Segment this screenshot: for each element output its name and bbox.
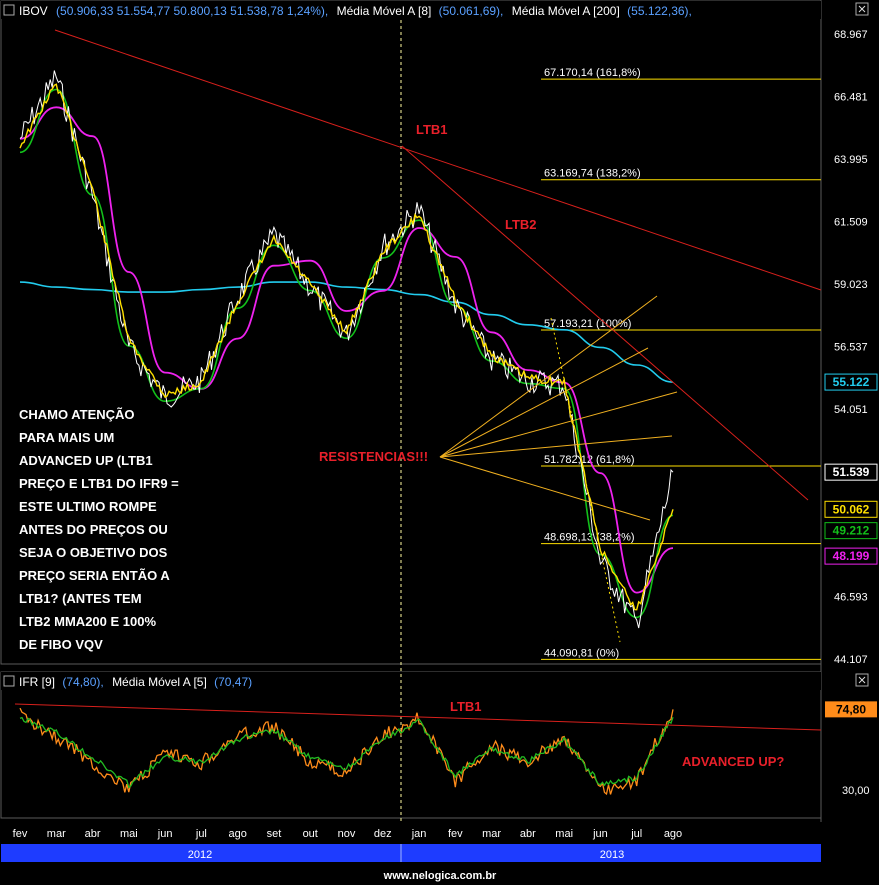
price-badge-label: 55.122 (833, 375, 870, 389)
ifr-header-value: (74,80), (62, 675, 103, 689)
note-line: LTB1? (ANTES TEM (19, 591, 142, 606)
fibo-level-label: 48.698,13 (38,2%) (544, 532, 635, 544)
year-bar (1, 844, 821, 862)
month-tick-label: nov (338, 828, 356, 840)
month-tick-label: jan (411, 828, 427, 840)
month-tick-label: mar (47, 828, 66, 840)
ifr-ltb1-label: LTB1 (450, 699, 482, 714)
ltb2-label: LTB2 (505, 217, 537, 232)
note-line: CHAMO ATENÇÃO (19, 407, 135, 422)
note-line: ESTE ULTIMO ROMPE (19, 499, 157, 514)
month-tick-label: mai (555, 828, 573, 840)
ltb1-label: LTB1 (416, 122, 448, 137)
fibo-level-label: 63.169,74 (138,2%) (544, 168, 641, 180)
ifr-header-ma-value: (70,47) (214, 675, 252, 689)
footer-watermark: www.nelogica.com.br (383, 870, 497, 882)
note-line: LTB2 MMA200 E 100% (19, 614, 156, 629)
advanced-up-label: ADVANCED UP? (682, 754, 784, 769)
note-line: PREÇO E LTB1 DO IFR9 = (19, 476, 179, 491)
month-tick-label: jul (195, 828, 207, 840)
price-header: IBOV (50.906,33 51.554,77 50.800,13 51.5… (19, 4, 692, 18)
header-ma1-label: Média Móvel A [8] (337, 4, 432, 18)
price-tick-label: 59.023 (834, 279, 868, 291)
price-tick-label: 54.051 (834, 404, 868, 416)
header-ma2-value: (55.122,36), (627, 4, 692, 18)
ifr-header: IFR [9] (74,80), Média Móvel A [5] (70,4… (19, 675, 252, 689)
month-tick-label: jun (157, 828, 173, 840)
note-line: PARA MAIS UM (19, 430, 114, 445)
note-line: ANTES DO PREÇOS OU (19, 522, 168, 537)
month-tick-label: mai (120, 828, 138, 840)
month-tick-label: fev (448, 828, 463, 840)
ifr-header-label: IFR [9] (19, 675, 55, 689)
price-tick-label: 56.537 (834, 342, 868, 354)
month-tick-label: dez (374, 828, 392, 840)
month-tick-label: abr (520, 828, 536, 840)
year-label: 2013 (600, 849, 624, 861)
fibo-level-label: 44.090,81 (0%) (544, 647, 619, 659)
price-badge-label: 51.539 (833, 465, 870, 479)
fibo-level-label: 67.170,14 (161,8%) (544, 67, 641, 79)
header-ma1-value: (50.061,69), (439, 4, 504, 18)
note-line: ADVANCED UP (LTB1 (19, 453, 153, 468)
month-tick-label: ago (228, 828, 246, 840)
price-tick-label: 68.967 (834, 29, 868, 41)
month-tick-label: jun (592, 828, 608, 840)
note-line: DE FIBO VQV (19, 637, 103, 652)
month-tick-label: jul (630, 828, 642, 840)
chart-canvas: IBOV (50.906,33 51.554,77 50.800,13 51.5… (0, 0, 879, 885)
month-tick-label: set (267, 828, 282, 840)
price-badge-label: 50.062 (833, 502, 870, 516)
year-label: 2012 (188, 849, 212, 861)
month-tick-label: ago (664, 828, 682, 840)
ifr-header-ma-label: Média Móvel A [5] (112, 675, 207, 689)
ifr-badge-label: 74,80 (836, 702, 866, 716)
price-tick-label: 44.107 (834, 654, 868, 666)
note-line: PREÇO SERIA ENTÃO A (19, 568, 170, 583)
header-symbol: IBOV (19, 4, 48, 18)
resistencias-label: RESISTENCIAS!!! (319, 449, 428, 464)
ifr-tick-label: 30,00 (842, 785, 870, 797)
price-tick-label: 61.509 (834, 217, 868, 229)
price-tick-label: 46.593 (834, 592, 868, 604)
month-tick-label: abr (85, 828, 101, 840)
month-tick-label: mar (482, 828, 501, 840)
note-line: SEJA O OBJETIVO DOS (19, 545, 168, 560)
month-tick-label: fev (13, 828, 28, 840)
price-tick-label: 66.481 (834, 92, 868, 104)
header-ohlc: (50.906,33 51.554,77 50.800,13 51.538,78… (56, 4, 328, 18)
price-badge-label: 48.199 (833, 549, 870, 563)
price-badge-label: 49.212 (833, 524, 870, 538)
price-tick-label: 63.995 (834, 154, 868, 166)
header-ma2-label: Média Móvel A [200] (512, 4, 620, 18)
fibo-level-label: 57.193,21 (100%) (544, 318, 631, 330)
month-tick-label: out (303, 828, 318, 840)
